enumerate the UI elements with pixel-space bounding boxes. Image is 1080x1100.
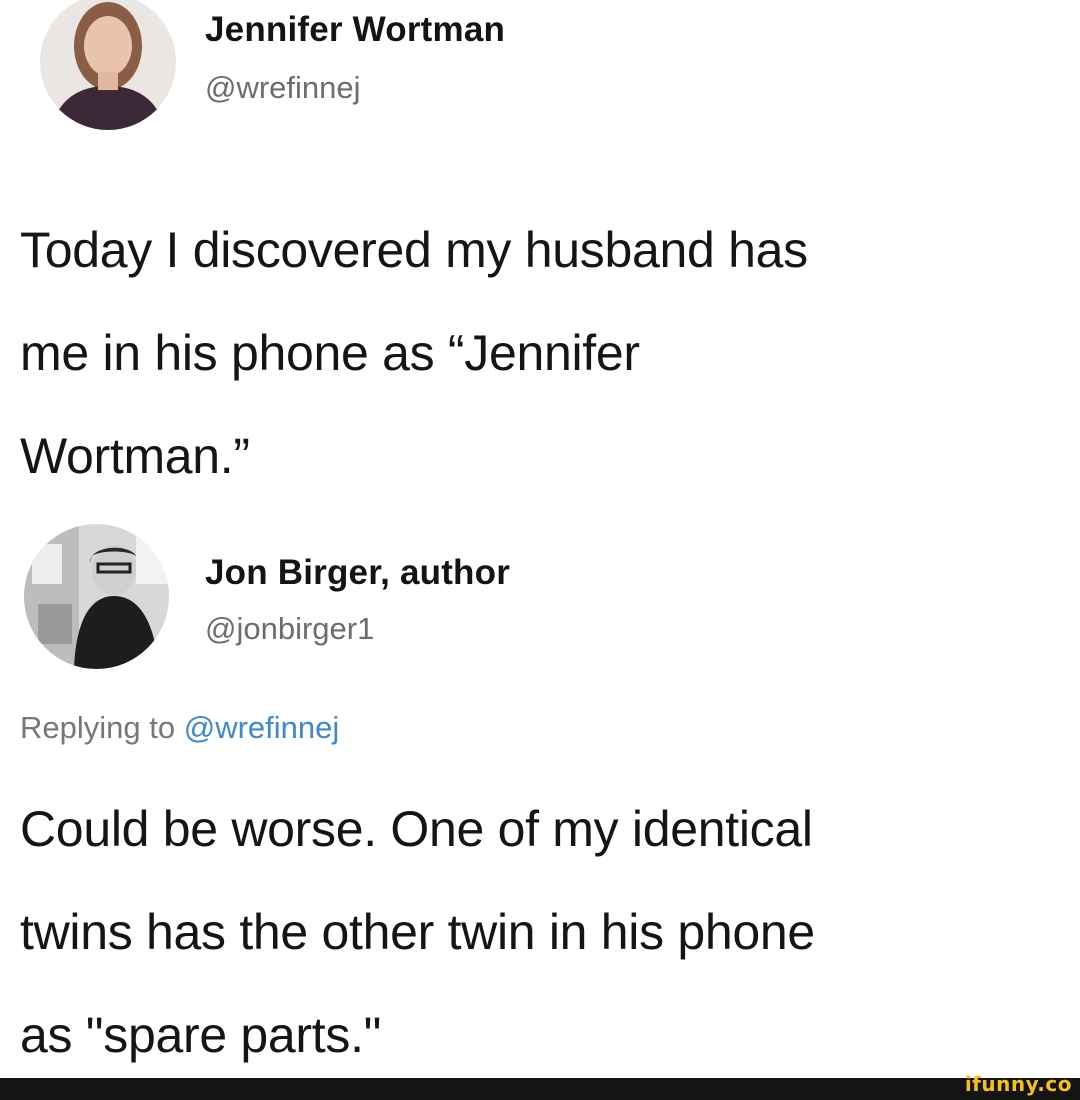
reply-line: Could be worse. One of my identical <box>20 801 813 857</box>
reply-author-handle[interactable]: @jonbirger1 <box>205 611 374 647</box>
tweet-line: Today I discovered my husband has <box>20 222 808 278</box>
reply-line: twins has the other twin in his phone <box>20 904 815 960</box>
tweet-line: Wortman.” <box>20 428 250 484</box>
tweet-author-handle[interactable]: @wrefinnej <box>205 70 361 106</box>
reply-author-name[interactable]: Jon Birger, author <box>205 553 510 593</box>
reply-body: Could be worse. One of my identical twin… <box>20 778 1080 1087</box>
tweet-body: Today I discovered my husband has me in … <box>20 199 1080 508</box>
original-tweet: Jennifer Wortman @wrefinnej Today I disc… <box>0 0 1080 500</box>
tweet-author-name[interactable]: Jennifer Wortman <box>205 10 505 50</box>
replying-to: Replying to @wrefinnej <box>20 710 339 746</box>
tweet-line: me in his phone as “Jennifer <box>20 325 640 381</box>
ifunny-watermark: ifunny.co <box>964 1072 1072 1096</box>
replying-prefix: Replying to <box>20 710 176 745</box>
jennifer-avatar[interactable] <box>40 0 176 130</box>
footer-bar <box>0 1078 1080 1100</box>
jon-avatar[interactable] <box>24 524 169 669</box>
reply-line: as "spare parts." <box>20 1007 382 1063</box>
replying-mention-link[interactable]: @wrefinnej <box>184 710 340 745</box>
